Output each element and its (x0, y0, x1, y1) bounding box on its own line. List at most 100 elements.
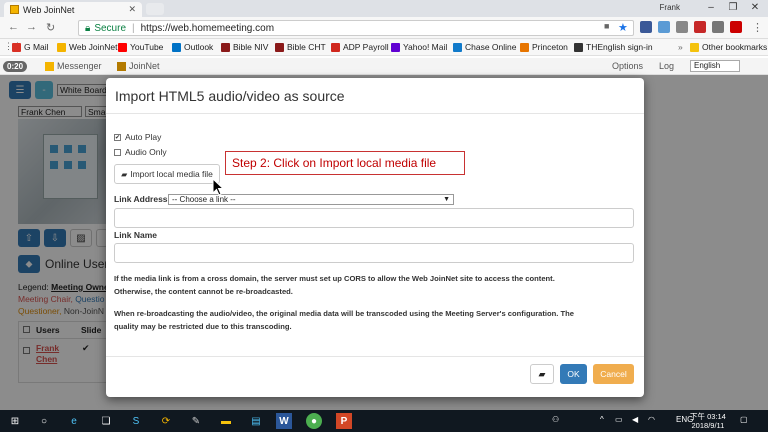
store-icon[interactable]: ▤ (248, 413, 264, 429)
step-callout: Step 2: Click on Import local media file (225, 151, 465, 175)
link-address-select[interactable]: -- Choose a link -- ▼ (168, 194, 454, 205)
cancel-button[interactable]: Cancel (593, 364, 634, 384)
browser-tab[interactable]: Web JoinNet ✕ (4, 2, 142, 17)
powerpoint-icon[interactable]: P (336, 413, 352, 429)
chase-icon (453, 42, 462, 52)
folder-open-icon: ▰ (121, 169, 128, 179)
close-tab-icon[interactable]: ✕ (128, 4, 136, 15)
people-icon[interactable]: ⚇ (552, 415, 559, 424)
link-name-input[interactable] (114, 243, 634, 263)
bookmark-label: Chase Online (465, 42, 517, 52)
bookmark-thenglish[interactable]: THEnglish sign-in (574, 42, 653, 52)
file-explorer-icon[interactable]: ▬ (218, 413, 234, 429)
gmail-icon (12, 42, 21, 52)
bookmark-gmail[interactable]: G Mail (12, 42, 49, 52)
bookmark-label: Yahoo! Mail (403, 42, 448, 52)
network-icon[interactable]: ▭ (615, 415, 623, 424)
sync-icon[interactable]: ⟳ (158, 413, 174, 429)
chevron-down-icon: ▼ (443, 196, 450, 203)
back-icon[interactable]: ← (8, 21, 19, 33)
clock[interactable]: 下午 03:14 2018/9/11 (690, 412, 726, 430)
nav-messenger[interactable]: Messenger (45, 61, 102, 71)
skype-icon[interactable]: S (128, 413, 144, 429)
bookmark-yahoo[interactable]: Yahoo! Mail (391, 42, 447, 52)
edge-icon[interactable]: e (66, 413, 82, 429)
camera-icon[interactable]: ■ (604, 21, 609, 31)
maximize-icon[interactable]: ❐ (722, 2, 744, 13)
notifications-icon[interactable]: ▢ (740, 415, 748, 424)
import-local-media-button[interactable]: ▰ Import local media file (114, 164, 220, 184)
secure-label: Secure (94, 22, 127, 34)
app-nav-bar: 0:20 Messenger JoinNet Options Log Engli… (0, 58, 768, 75)
url-separator: | (132, 22, 135, 34)
close-window-icon[interactable]: ✕ (744, 2, 766, 13)
more-bookmarks-icon[interactable]: » (678, 42, 683, 52)
clock-time: 下午 03:14 (690, 412, 726, 421)
extension-icon[interactable] (658, 21, 670, 33)
bookmark-outlook[interactable]: Outlook (172, 42, 213, 52)
nav-label: Messenger (57, 61, 102, 71)
extension-icon[interactable] (676, 21, 688, 33)
import-media-dialog: Import HTML5 audio/video as source ✔ Aut… (106, 78, 644, 397)
url-text: https://web.homemeeting.com (140, 22, 275, 34)
joinnet-icon (117, 61, 126, 71)
bookmark-webjoinnet[interactable]: Web JoinNet (57, 42, 118, 52)
profile-name[interactable]: Frank (660, 3, 680, 12)
open-folder-button[interactable]: ▰ (530, 364, 554, 384)
paint-icon[interactable]: ✎ (188, 413, 204, 429)
dialog-title: Import HTML5 audio/video as source (106, 78, 644, 114)
pdf-extension-icon[interactable] (730, 21, 742, 33)
word-icon[interactable]: W (276, 413, 292, 429)
reload-icon[interactable]: ↻ (46, 21, 55, 34)
browser-title-bar: Web JoinNet ✕ Frank – ❐ ✕ (0, 0, 768, 17)
auto-play-box[interactable]: ✔ (114, 133, 121, 141)
bookmark-youtube[interactable]: YouTube (118, 42, 163, 52)
windows-taskbar: ⊞ ○ e ❏ S ⟳ ✎ ▬ ▤ W ● P ⚇ ^ ▭ ◀ ◠ ENG 下午… (0, 410, 768, 432)
audio-only-label: Audio Only (125, 147, 167, 157)
transcode-note: When re-broadcasting the audio/video, th… (114, 308, 634, 333)
adp-icon (331, 42, 340, 52)
task-view-icon[interactable]: ❏ (98, 413, 114, 429)
bookmark-label: Outlook (184, 42, 214, 52)
nav-joinnet[interactable]: JoinNet (117, 61, 160, 71)
url-bar[interactable]: 🔒︎ Secure | https://web.homemeeting.com (78, 20, 634, 36)
bible-icon (221, 42, 230, 52)
audio-only-box[interactable] (114, 148, 121, 156)
extension-icon[interactable] (694, 21, 706, 33)
bookmark-other[interactable]: Other bookmarks (690, 42, 767, 52)
bookmark-star-icon[interactable]: ★ (618, 21, 628, 34)
ok-button[interactable]: OK (560, 364, 587, 384)
chrome-icon[interactable]: ● (306, 413, 322, 429)
nav-label: JoinNet (129, 61, 160, 71)
windows-start-icon[interactable]: ⊞ (7, 413, 23, 429)
wifi-icon[interactable]: ◠ (648, 415, 655, 424)
cors-note-line1: If the media link is from a cross domain… (114, 274, 555, 283)
auto-play-checkbox[interactable]: ✔ Auto Play (114, 132, 161, 142)
new-tab-button[interactable] (146, 3, 164, 15)
bookmark-label: Princeton (532, 42, 568, 52)
tray-chevron-icon[interactable]: ^ (600, 415, 604, 424)
audio-only-checkbox[interactable]: Audio Only (114, 147, 167, 157)
forward-icon[interactable]: → (26, 21, 37, 33)
bookmark-label: YouTube (130, 42, 164, 52)
bookmark-bible-cht[interactable]: Bible CHT (275, 42, 326, 52)
language-select[interactable]: English (690, 60, 740, 72)
bookmark-label: G Mail (24, 42, 49, 52)
bookmark-bible-niv[interactable]: Bible NIV (221, 42, 268, 52)
bookmark-princeton[interactable]: Princeton (520, 42, 568, 52)
princeton-icon (520, 42, 529, 52)
bookmark-adp[interactable]: ADP Payroll (331, 42, 389, 52)
volume-icon[interactable]: ◀ (632, 415, 638, 424)
youtube-icon (118, 42, 127, 52)
bookmark-chase[interactable]: Chase Online (453, 42, 517, 52)
link-address-input[interactable] (114, 208, 634, 228)
yahoo-icon (391, 42, 400, 52)
search-icon[interactable]: ○ (36, 413, 52, 429)
nav-log[interactable]: Log (659, 61, 674, 71)
minimize-icon[interactable]: – (700, 2, 722, 13)
menu-dots-icon[interactable]: ⋮ (752, 21, 763, 34)
nav-options[interactable]: Options (612, 61, 643, 71)
extension-icon[interactable] (640, 21, 652, 33)
extension-icon[interactable] (712, 21, 724, 33)
folder-icon (690, 42, 699, 52)
